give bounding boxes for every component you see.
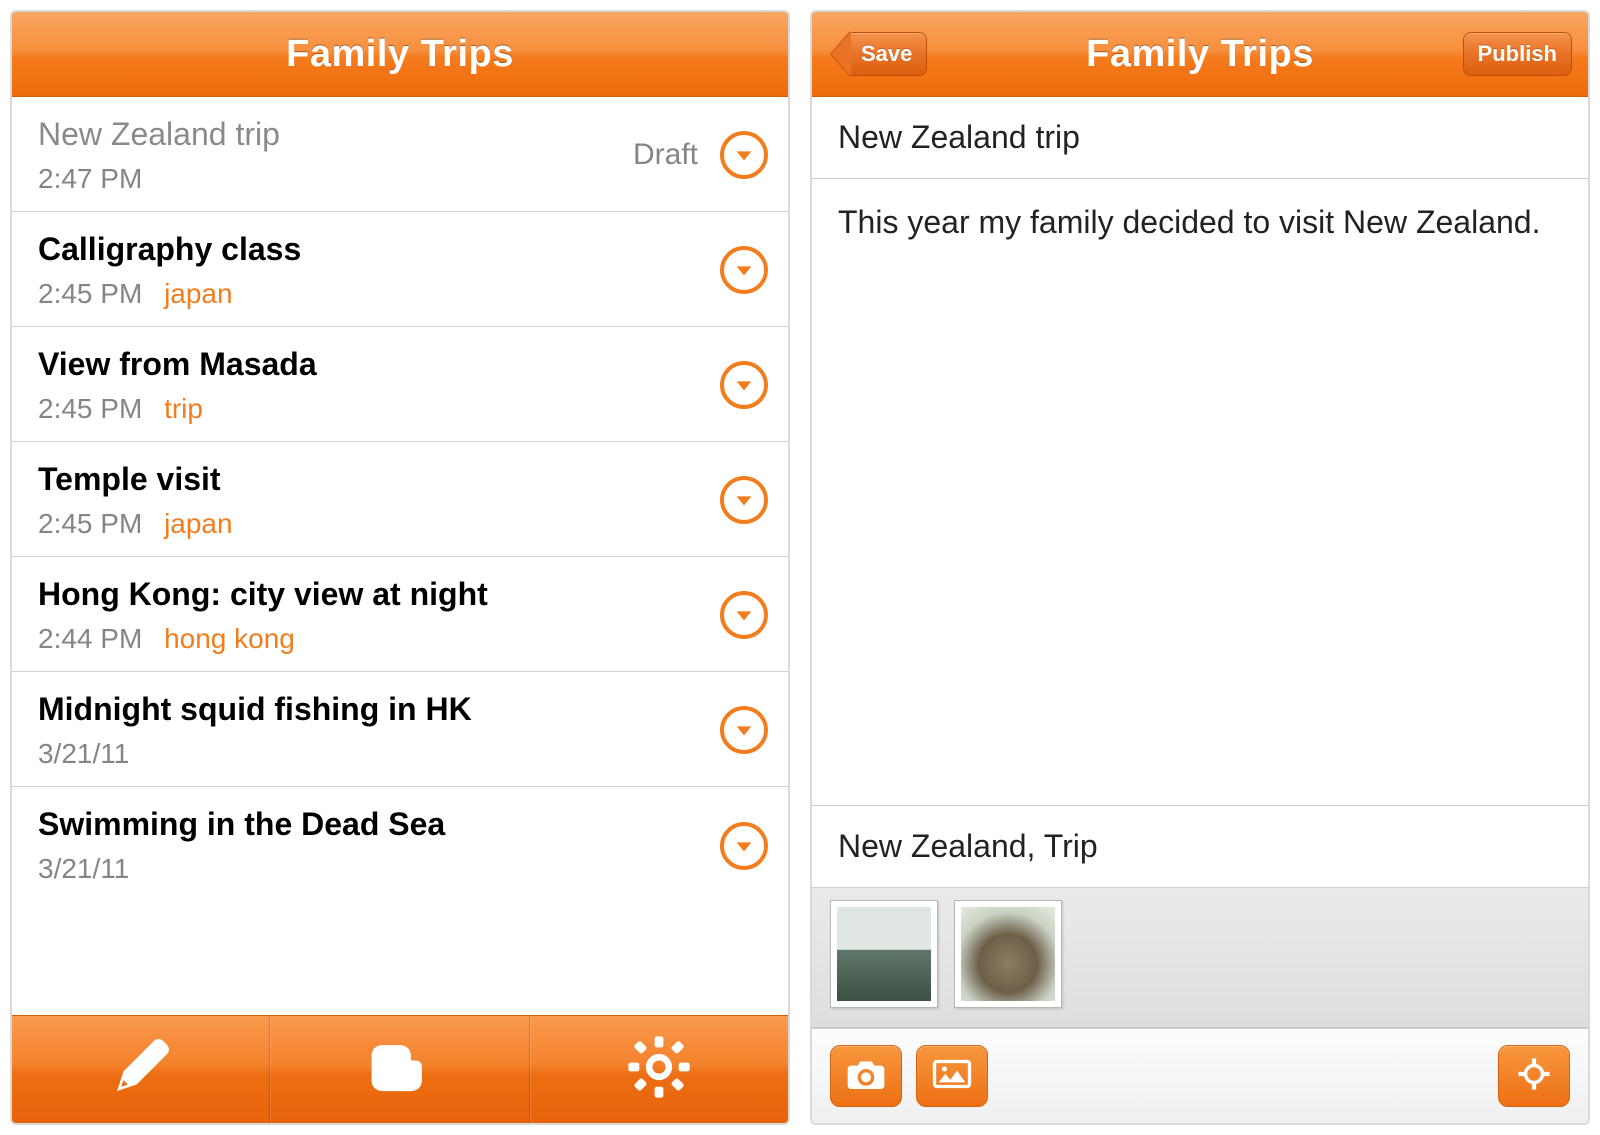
- post-time: 2:47 PM: [38, 163, 142, 194]
- chevron-down-icon[interactable]: [720, 476, 768, 524]
- header-bar: Family Trips: [12, 12, 788, 97]
- save-button-label: Save: [861, 41, 912, 66]
- post-meta: 2:44 PM hong kong: [38, 623, 706, 655]
- chevron-down-icon[interactable]: [720, 131, 768, 179]
- title-field[interactable]: New Zealand trip: [812, 97, 1588, 179]
- gear-icon: [624, 1032, 694, 1107]
- post-time: 3/21/11: [38, 853, 129, 884]
- crosshair-icon: [1514, 1057, 1554, 1096]
- chevron-down-icon[interactable]: [720, 706, 768, 754]
- pencil-icon: [106, 1032, 176, 1107]
- post-title: Midnight squid fishing in HK: [38, 691, 706, 728]
- post-time: 2:45 PM: [38, 278, 142, 309]
- post-title: Calligraphy class: [38, 231, 706, 268]
- post-tag: trip: [164, 393, 203, 424]
- gallery-button[interactable]: [916, 1045, 988, 1107]
- post-meta: 2:45 PM japan: [38, 508, 706, 540]
- blogger-icon: [365, 1032, 435, 1107]
- list-item[interactable]: Temple visit 2:45 PM japan: [12, 442, 788, 557]
- post-time: 2:45 PM: [38, 508, 142, 539]
- post-tag: hong kong: [164, 623, 295, 654]
- list-item[interactable]: Hong Kong: city view at night 2:44 PM ho…: [12, 557, 788, 672]
- post-meta: 3/21/11: [38, 853, 706, 885]
- post-tag: japan: [164, 508, 233, 539]
- photo-thumbnail[interactable]: [954, 900, 1062, 1008]
- attachment-tray[interactable]: [812, 888, 1588, 1028]
- settings-tab[interactable]: [530, 1016, 788, 1123]
- header-bar: Save Family Trips Publish: [812, 12, 1588, 97]
- posts-list[interactable]: New Zealand trip 2:47 PM Draft Calligrap…: [12, 97, 788, 1015]
- post-meta: 2:47 PM: [38, 163, 633, 195]
- tags-field[interactable]: New Zealand, Trip: [812, 806, 1588, 888]
- page-title: Family Trips: [1086, 33, 1314, 76]
- chevron-down-icon[interactable]: [720, 822, 768, 870]
- post-meta: 2:45 PM japan: [38, 278, 706, 310]
- chevron-down-icon[interactable]: [720, 246, 768, 294]
- location-button[interactable]: [1498, 1045, 1570, 1107]
- post-time: 2:45 PM: [38, 393, 142, 424]
- post-title: Temple visit: [38, 461, 706, 498]
- post-meta: 3/21/11: [38, 738, 706, 770]
- status-badge: Draft: [633, 138, 698, 172]
- photo-thumbnail[interactable]: [830, 900, 938, 1008]
- editor-toolbar: [812, 1028, 1588, 1123]
- bottom-nav: [12, 1015, 788, 1123]
- post-title: New Zealand trip: [38, 116, 633, 153]
- publish-button[interactable]: Publish: [1463, 32, 1572, 76]
- list-item[interactable]: Calligraphy class 2:45 PM japan: [12, 212, 788, 327]
- post-title: Hong Kong: city view at night: [38, 576, 706, 613]
- list-item[interactable]: Swimming in the Dead Sea 3/21/11: [12, 787, 788, 902]
- compose-tab[interactable]: [12, 1016, 270, 1123]
- posts-list-screen: Family Trips New Zealand trip 2:47 PM Dr…: [10, 10, 790, 1125]
- post-time: 2:44 PM: [38, 623, 142, 654]
- camera-icon: [846, 1057, 886, 1096]
- editor-body: New Zealand trip This year my family dec…: [812, 97, 1588, 1123]
- post-title: View from Masada: [38, 346, 706, 383]
- post-editor-screen: Save Family Trips Publish New Zealand tr…: [810, 10, 1590, 1125]
- chevron-down-icon[interactable]: [720, 591, 768, 639]
- post-title: Swimming in the Dead Sea: [38, 806, 706, 843]
- post-meta: 2:45 PM trip: [38, 393, 706, 425]
- save-button[interactable]: Save: [850, 32, 927, 76]
- list-item[interactable]: Midnight squid fishing in HK 3/21/11: [12, 672, 788, 787]
- image-icon: [932, 1057, 972, 1096]
- post-time: 3/21/11: [38, 738, 129, 769]
- body-field[interactable]: This year my family decided to visit New…: [812, 179, 1588, 806]
- page-title: Family Trips: [286, 33, 514, 76]
- chevron-down-icon[interactable]: [720, 361, 768, 409]
- blogger-tab[interactable]: [270, 1016, 529, 1123]
- list-item[interactable]: View from Masada 2:45 PM trip: [12, 327, 788, 442]
- list-item[interactable]: New Zealand trip 2:47 PM Draft: [12, 97, 788, 212]
- camera-button[interactable]: [830, 1045, 902, 1107]
- publish-button-label: Publish: [1478, 41, 1557, 66]
- post-tag: japan: [164, 278, 233, 309]
